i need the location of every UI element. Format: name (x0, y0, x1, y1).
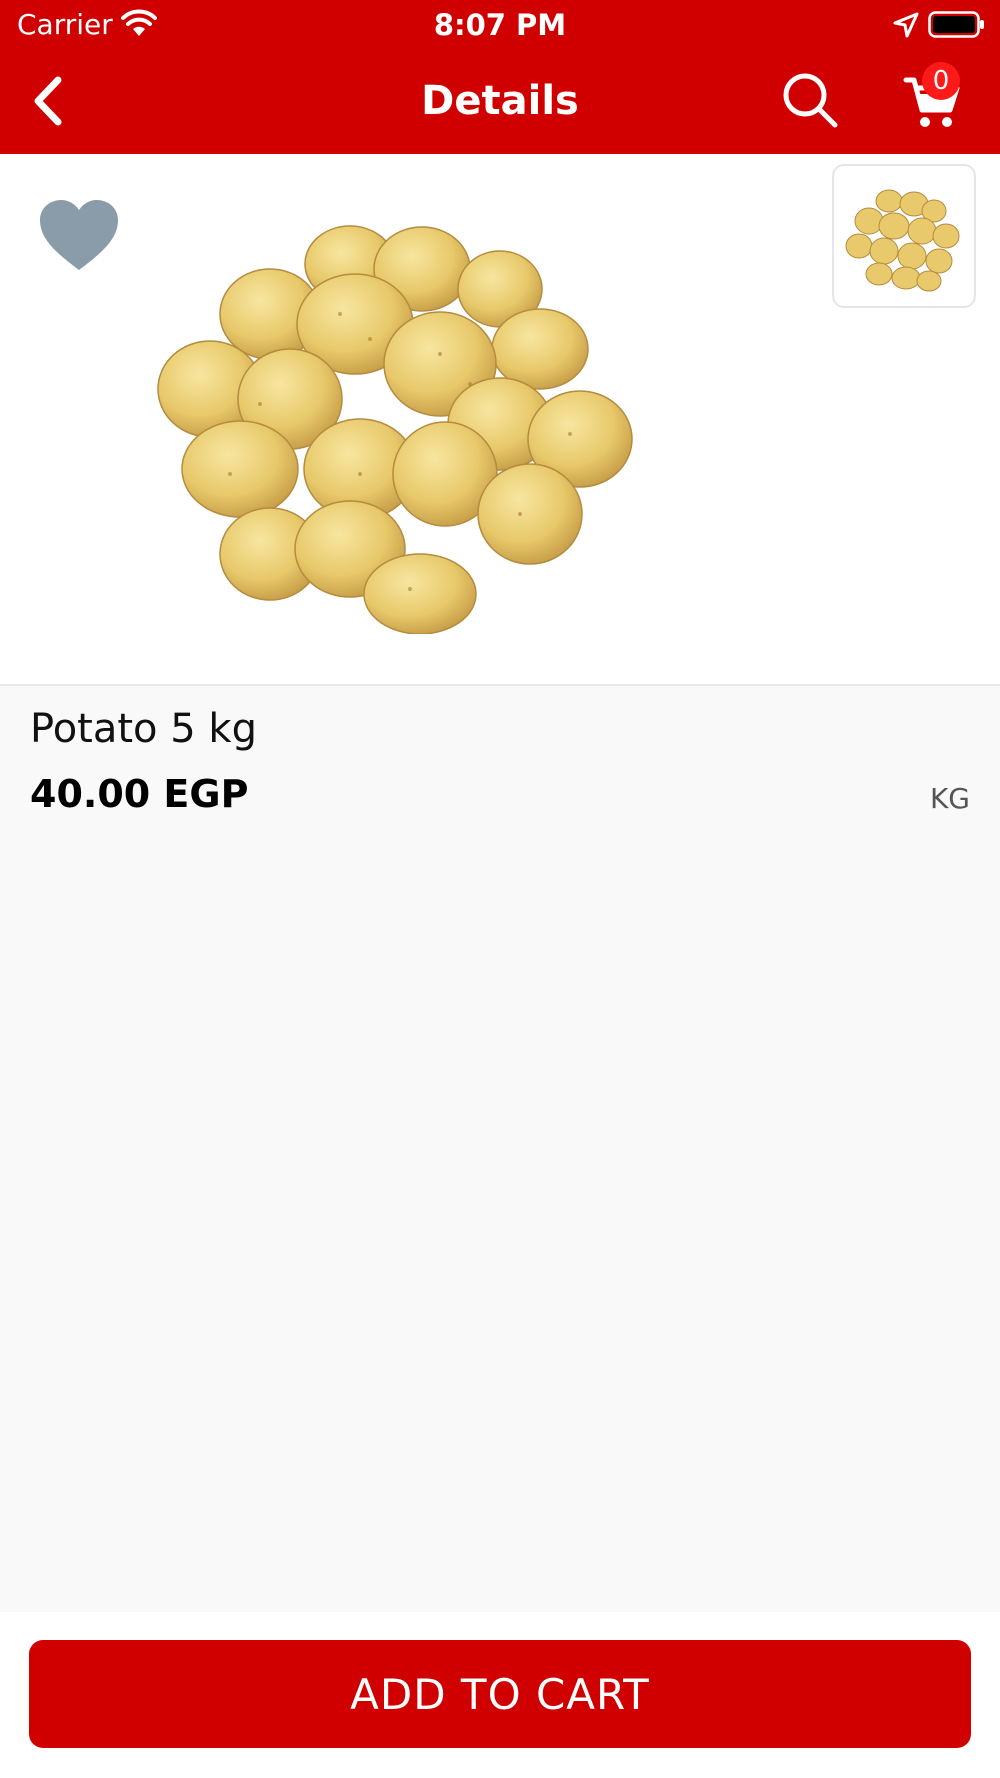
page-title: Details (421, 78, 579, 124)
header: Carrier 8:07 PM Details 0 (0, 0, 1000, 154)
nav-bar: Details 0 (0, 50, 1000, 154)
thumbnail-image (845, 189, 960, 292)
bottom-bar: ADD TO CART (0, 1612, 1000, 1778)
cart-count-badge: 0 (922, 62, 960, 100)
search-icon[interactable] (780, 70, 840, 130)
product-name: Potato 5 kg (30, 706, 257, 752)
product-image (157, 225, 633, 634)
heart-icon[interactable] (38, 198, 120, 274)
product-details-screen: Carrier 8:07 PM Details 0 Potato 5 kg 40… (0, 0, 1000, 1778)
location-arrow-icon (893, 12, 919, 38)
product-image-area (0, 154, 1000, 686)
add-to-cart-button[interactable]: ADD TO CART (29, 1640, 971, 1748)
product-price: 40.00 EGP (30, 772, 249, 816)
battery-icon (928, 11, 984, 38)
product-thumbnail[interactable] (832, 164, 976, 308)
status-time: 8:07 PM (433, 8, 567, 42)
status-bar: Carrier 8:07 PM (0, 0, 1000, 50)
product-unit: KG (929, 782, 970, 815)
back-button[interactable] (22, 70, 78, 132)
